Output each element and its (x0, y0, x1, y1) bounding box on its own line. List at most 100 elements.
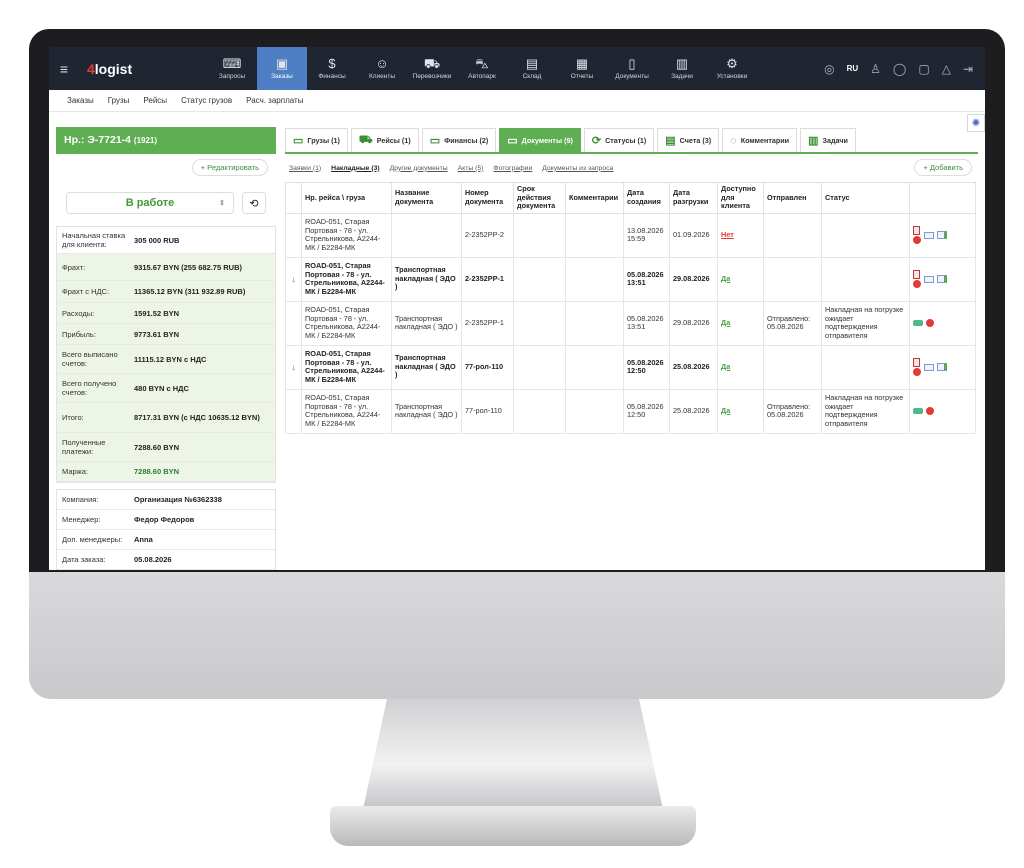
nav-item-7[interactable]: ▦ Отчеты (557, 47, 607, 90)
table-cell-sent (763, 256, 822, 302)
tab-4[interactable]: ⟳ Статусы (1) (583, 128, 655, 152)
table-row: ↓ ROAD-051, Старая Портовая - 78 - ул. Ст… (285, 256, 976, 302)
nav-label: Документы (615, 73, 649, 80)
subnav-link[interactable]: Расч. зарплаты (246, 96, 303, 105)
doc-filter-link[interactable]: Накладные (3) (331, 165, 379, 172)
nav-item-2[interactable]: $ Финансы (307, 47, 357, 90)
menu-icon[interactable]: ≡ (49, 61, 79, 77)
order-row: Начальная ставка для клиента: 305 000 RUB (57, 227, 275, 254)
order-row-key: Полученные платежи: (62, 438, 106, 456)
nav-item-1[interactable]: ▣ Заказы (257, 47, 307, 90)
tab-5[interactable]: ▤ Счета (3) (657, 128, 720, 152)
nav-item-8[interactable]: ▯ Документы (607, 47, 657, 90)
doc-filter-link[interactable]: Другие документы (390, 165, 448, 172)
bell-icon[interactable]: △ (942, 62, 951, 76)
nav-label: Запросы (218, 73, 246, 80)
mail-send-icon[interactable] (937, 363, 947, 371)
robot-icon[interactable]: ✺ (967, 114, 985, 132)
app-logo[interactable]: 4logist (87, 61, 207, 77)
documents-panel: ▭ Грузы (1) ⛟ Рейсы (1) ▭ Финансы (2) ▭ Докумен… (285, 127, 978, 434)
availability-link[interactable]: Да (721, 318, 730, 327)
nav-label: Отчеты (570, 73, 594, 80)
tab-label: Счета (3) (679, 136, 712, 145)
table-cell-name: Транспортная накладная ( ЭДО ) (391, 388, 462, 434)
pdf-icon[interactable] (913, 226, 920, 235)
order-row-value: 9773.61 BYN (134, 329, 180, 339)
delete-icon[interactable] (913, 236, 921, 244)
pdf-icon[interactable] (913, 270, 920, 279)
subnav-link[interactable]: Заказы (67, 96, 94, 105)
table-header: Название документа (391, 182, 462, 214)
availability-link[interactable]: Да (721, 406, 730, 415)
subnav-link[interactable]: Рейсы (143, 96, 167, 105)
info-row-key: Компания: (62, 495, 99, 504)
logout-icon[interactable]: ⇥ (963, 62, 973, 76)
subnav-link[interactable]: Грузы (108, 96, 130, 105)
tab-7[interactable]: ▥ Задачи (800, 128, 856, 152)
nav-item-6[interactable]: ▤ Склад (507, 47, 557, 90)
reject-icon[interactable] (926, 319, 934, 327)
reject-icon[interactable] (926, 407, 934, 415)
table-header: Дата разгрузки (669, 182, 718, 214)
doc-filter-link[interactable]: Фотографии (493, 165, 532, 172)
mail-icon[interactable] (924, 275, 934, 283)
nav-item-0[interactable]: ⌨ Запросы (207, 47, 257, 90)
delete-icon[interactable] (913, 368, 921, 376)
mail-icon[interactable] (924, 231, 934, 239)
order-row-value: 305 000 RUB (134, 235, 180, 245)
availability-link[interactable]: Нет (721, 230, 734, 239)
nav-label: Задачи (671, 73, 693, 80)
select-arrows-icon: ⇕ (219, 200, 225, 207)
pdf-icon[interactable] (913, 358, 920, 367)
report-icon: ▦ (575, 56, 589, 71)
info-row-key: Менеджер: (62, 515, 101, 524)
globe-icon[interactable]: ◎ (824, 62, 834, 76)
calendar-icon: ▥ (675, 56, 689, 71)
tab-3[interactable]: ▭ Документы (9) (499, 128, 581, 152)
availability-link[interactable]: Да (721, 274, 730, 283)
table-cell-name: Транспортная накладная ( ЭДО ) (391, 344, 462, 390)
table-header: Доступно для клиента (717, 182, 764, 214)
nav-item-9[interactable]: ▥ Задачи (657, 47, 707, 90)
table-cell-comment (565, 256, 624, 302)
row-actions (909, 344, 976, 390)
subnav-link[interactable]: Статус грузов (181, 96, 232, 105)
row-arrow-icon: ↓ (285, 344, 302, 390)
nav-item-10[interactable]: ⚙ Установки (707, 47, 757, 90)
coin-icon[interactable]: ◯ (893, 62, 906, 76)
availability-link[interactable]: Да (721, 362, 730, 371)
history-icon[interactable]: ⟲ (242, 192, 266, 214)
truck-icon: ⛟ (423, 56, 441, 71)
warehouse-icon: ▤ (525, 56, 539, 71)
tab-label: Рейсы (1) (376, 136, 411, 145)
doc-filter-link[interactable]: Акты (5) (458, 165, 484, 172)
nav-item-4[interactable]: ⛟ Перевозчики (407, 47, 457, 90)
nav-item-3[interactable]: ☺ Клиенты (357, 47, 407, 90)
table-cell-term (513, 300, 566, 346)
bus-icon: ⛟ (358, 133, 373, 146)
tab-1[interactable]: ⛟ Рейсы (1) (350, 128, 419, 152)
language-switch[interactable]: RU (847, 64, 859, 73)
edit-button[interactable]: + Редактировать (191, 158, 268, 176)
mail-send-icon[interactable] (937, 231, 947, 239)
order-row-key: Фрахт с НДС: (62, 287, 110, 296)
add-document-button[interactable]: + Добавить (914, 159, 972, 176)
tab-2[interactable]: ▭ Финансы (2) (421, 128, 497, 152)
user-icon[interactable]: ♙ (870, 62, 881, 76)
row-actions (909, 212, 976, 258)
doc-filter-link[interactable]: Заявки (1) (289, 165, 321, 172)
mail-send-icon[interactable] (937, 275, 947, 283)
top-navbar: ≡ 4logist ⌨ Запросы ▣ Заказы $ Финансы ☺ Клиент… (49, 47, 985, 90)
order-row: Прибыль: 9773.61 BYN (57, 324, 275, 345)
doc-filter-link[interactable]: Документы из запроса (542, 165, 613, 172)
approve-icon[interactable] (913, 320, 923, 326)
tab-6[interactable]: ◌ Комментарии (722, 128, 798, 152)
approve-icon[interactable] (913, 408, 923, 414)
nav-item-5[interactable]: ⛍ Автопарк (457, 47, 507, 90)
status-select[interactable]: В работе ⇕ (66, 192, 234, 214)
mail-icon[interactable] (924, 363, 934, 371)
invoice-icon: ▤ (665, 135, 676, 147)
delete-icon[interactable] (913, 280, 921, 288)
tab-0[interactable]: ▭ Грузы (1) (285, 128, 348, 152)
save-icon[interactable]: ▢ (918, 62, 929, 76)
